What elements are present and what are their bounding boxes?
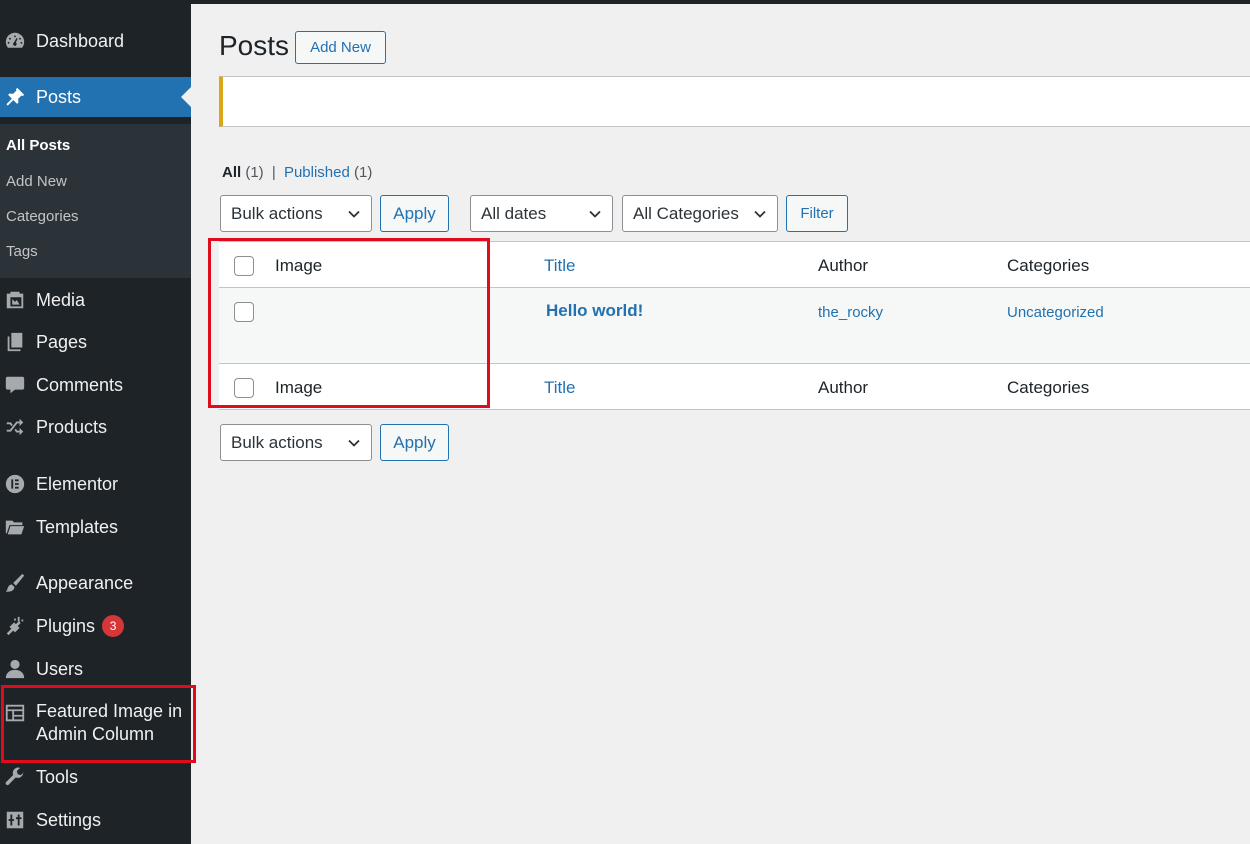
page-title: Posts [219, 30, 290, 61]
column-footer-title[interactable]: Title [544, 378, 576, 398]
sidebar-item-label: Comments [36, 374, 124, 395]
sidebar-item-label: Products [36, 416, 108, 437]
column-header-categories: Categories [1007, 256, 1090, 275]
posts-submenu: All Posts Add New Categories Tags [0, 124, 191, 278]
notice-bar [219, 76, 1250, 127]
sidebar-item-label: Appearance [36, 572, 134, 593]
comment-icon [3, 373, 27, 397]
chevron-down-icon [754, 210, 766, 218]
column-header-title[interactable]: Title [544, 256, 576, 276]
view-all-link[interactable]: All [222, 164, 241, 181]
post-title-link[interactable]: Hello world! [546, 301, 643, 321]
dates-value: All dates [481, 203, 547, 223]
chevron-down-icon [348, 439, 360, 447]
sidebar-item-pages[interactable]: Pages [0, 322, 191, 362]
sidebar-item-posts[interactable]: Posts [0, 77, 191, 117]
view-published-link[interactable]: Published [284, 164, 350, 181]
post-author-link[interactable]: the_rocky [818, 304, 883, 321]
sidebar-item-plugins[interactable]: Plugins 3 [0, 606, 191, 646]
post-category-link[interactable]: Uncategorized [1007, 304, 1104, 321]
chevron-down-icon [348, 210, 360, 218]
view-all-count: (1) [245, 164, 264, 181]
wrench-icon [3, 765, 27, 789]
column-header-author: Author [818, 256, 869, 275]
highlight-box-column [208, 238, 490, 408]
sidebar-item-label: Posts [36, 86, 82, 107]
elementor-icon [3, 472, 27, 496]
sidebar-item-comments[interactable]: Comments [0, 365, 191, 405]
add-new-button[interactable]: Add New [295, 31, 386, 64]
sidebar-item-elementor[interactable]: Elementor [0, 464, 191, 504]
view-published-count: (1) [354, 164, 373, 181]
bulk-actions-select-top[interactable]: Bulk actions [220, 195, 372, 232]
sidebar-item-templates[interactable]: Templates [0, 507, 191, 547]
dates-select[interactable]: All dates [470, 195, 613, 232]
settings-icon [3, 808, 27, 832]
sidebar-item-label: Pages [36, 331, 88, 352]
post-status-filter: All (1) | Published (1) [222, 164, 372, 181]
apply-button-top[interactable]: Apply [380, 195, 449, 232]
brush-icon [3, 571, 27, 595]
folder-icon [3, 515, 27, 539]
submenu-item-all-posts[interactable]: All Posts [6, 137, 70, 154]
shuffle-icon [3, 415, 27, 439]
sidebar-item-appearance[interactable]: Appearance [0, 563, 191, 603]
sidebar-item-label: Tools [36, 766, 79, 787]
bulk-actions-select-bottom[interactable]: Bulk actions [220, 424, 372, 461]
sidebar-item-label: Plugins [36, 615, 96, 636]
sidebar-item-users[interactable]: Users [0, 649, 191, 689]
highlight-box-menu [1, 685, 196, 763]
plugins-update-badge: 3 [102, 615, 125, 637]
bulk-actions-value: Bulk actions [231, 203, 323, 223]
sidebar-item-products[interactable]: Products [0, 407, 191, 447]
submenu-item-categories[interactable]: Categories [6, 208, 79, 225]
user-icon [3, 657, 27, 681]
apply-button-bottom[interactable]: Apply [380, 424, 449, 461]
media-icon [3, 288, 27, 312]
categories-select[interactable]: All Categories [622, 195, 778, 232]
sidebar-item-label: Settings [36, 809, 102, 830]
column-footer-author: Author [818, 378, 869, 397]
sidebar-item-label: Dashboard [36, 30, 125, 51]
sidebar-item-label: Media [36, 289, 86, 310]
pages-icon [3, 330, 27, 354]
chevron-down-icon [589, 210, 601, 218]
plug-icon [3, 614, 27, 638]
submenu-item-tags[interactable]: Tags [6, 243, 38, 260]
column-footer-categories: Categories [1007, 378, 1090, 397]
categories-value: All Categories [633, 203, 739, 223]
bulk-actions-value: Bulk actions [231, 432, 323, 452]
view-separator: | [271, 164, 276, 181]
sidebar-item-label: Elementor [36, 473, 119, 494]
sidebar-item-label: Users [36, 658, 84, 679]
submenu-item-add-new[interactable]: Add New [6, 173, 67, 190]
sidebar-item-dashboard[interactable]: Dashboard [0, 21, 191, 61]
pin-icon [3, 85, 27, 109]
sidebar-item-label: Templates [36, 516, 119, 537]
dashboard-icon [3, 29, 27, 53]
sidebar-item-settings[interactable]: Settings [0, 800, 191, 840]
filter-button[interactable]: Filter [786, 195, 848, 232]
sidebar-item-media[interactable]: Media [0, 280, 191, 320]
sidebar-item-tools[interactable]: Tools [0, 757, 191, 797]
